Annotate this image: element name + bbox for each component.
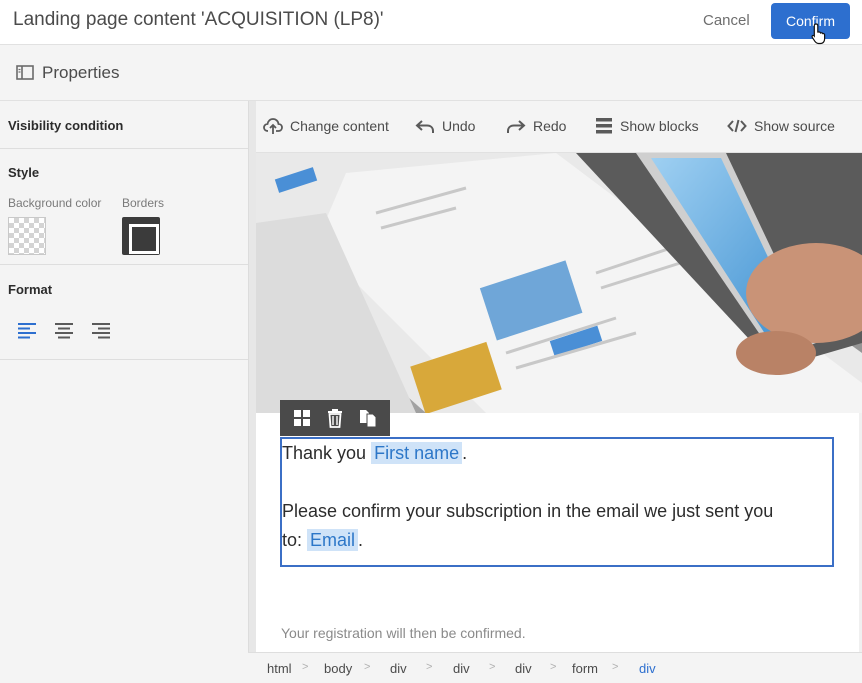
email-line: to: Email. — [282, 529, 364, 551]
borders-picker[interactable] — [122, 217, 160, 255]
hero-image[interactable] — [256, 153, 862, 413]
thank-you-line: Thank you First name. — [282, 442, 468, 464]
redo-label: Redo — [533, 118, 567, 134]
show-blocks-label: Show blocks — [620, 118, 699, 134]
show-blocks-button[interactable]: Show blocks — [595, 117, 699, 135]
hero-illustration — [256, 153, 862, 413]
cancel-button[interactable]: Cancel — [703, 12, 750, 29]
undo-button[interactable]: Undo — [415, 117, 475, 135]
align-center-icon[interactable] — [54, 321, 74, 339]
align-left-icon[interactable] — [17, 321, 37, 339]
trash-icon[interactable] — [325, 408, 345, 428]
redo-icon — [507, 120, 526, 133]
period-1: . — [462, 443, 468, 463]
panel-icon — [16, 65, 34, 80]
editor-toolbar: Change content Undo Redo Show blocks Sho… — [256, 101, 862, 153]
background-color-label: Background color — [8, 196, 102, 210]
thank-you-text: Thank you — [282, 443, 367, 463]
breadcrumb-separator: > — [364, 661, 371, 673]
confirm-line: Please confirm your subscription in the … — [282, 501, 774, 521]
borders-label: Borders — [122, 196, 165, 210]
properties-label: Properties — [42, 63, 120, 82]
duplicate-icon[interactable] — [358, 408, 378, 428]
period-2: . — [358, 530, 364, 550]
email-field[interactable]: Email — [307, 529, 359, 551]
format-heading: Format — [8, 282, 53, 297]
undo-label: Undo — [442, 118, 476, 134]
landing-page-editor: Landing page content 'ACQUISITION (LP8)'… — [0, 0, 862, 683]
show-source-button[interactable]: Show source — [727, 117, 835, 135]
breadcrumb-div-3[interactable]: div — [515, 661, 532, 676]
layout-icon[interactable] — [292, 408, 312, 428]
breadcrumb-form[interactable]: form — [572, 661, 598, 676]
breadcrumb-body[interactable]: body — [324, 661, 352, 676]
panel-splitter[interactable] — [248, 101, 256, 683]
breadcrumb-div-2[interactable]: div — [453, 661, 470, 676]
undo-icon — [415, 120, 434, 133]
selected-text-block[interactable]: Thank you First name. Please confirm you… — [280, 437, 834, 567]
editor-header: Landing page content 'ACQUISITION (LP8)'… — [0, 0, 862, 45]
breadcrumb-separator: > — [612, 661, 619, 673]
format-section: Format — [0, 265, 248, 360]
first-name-field[interactable]: First name — [371, 442, 463, 464]
properties-sidebar: Visibility condition Style Background co… — [0, 101, 248, 683]
redo-button[interactable]: Redo — [506, 117, 566, 135]
change-content-label: Change content — [290, 118, 389, 134]
block-toolbar — [280, 400, 390, 436]
change-content-button[interactable]: Change content — [263, 117, 389, 135]
breadcrumb-separator: > — [426, 661, 433, 673]
background-color-picker[interactable] — [8, 217, 46, 255]
hand-cursor-icon — [811, 23, 826, 45]
properties-bar: Properties — [0, 45, 862, 101]
breadcrumb-html[interactable]: html — [267, 661, 292, 676]
breadcrumb-div-1[interactable]: div — [390, 661, 407, 676]
visibility-section[interactable]: Visibility condition — [0, 101, 248, 149]
blocks-icon — [596, 118, 612, 134]
page-title: Landing page content 'ACQUISITION (LP8)' — [13, 9, 384, 30]
breadcrumb-separator: > — [489, 661, 496, 673]
visibility-condition-heading[interactable]: Visibility condition — [8, 118, 123, 133]
breadcrumb-div-active[interactable]: div — [639, 661, 656, 676]
code-icon — [727, 119, 747, 133]
breadcrumb: html > body > div > div > div > form > d… — [248, 652, 862, 683]
align-right-icon[interactable] — [91, 321, 111, 339]
to-text: to: — [282, 530, 303, 550]
breadcrumb-separator: > — [550, 661, 557, 673]
registration-note: Your registration will then be confirmed… — [281, 625, 526, 641]
cloud-upload-icon — [263, 118, 283, 134]
show-source-label: Show source — [754, 118, 835, 134]
style-heading: Style — [8, 165, 40, 180]
breadcrumb-separator: > — [302, 661, 309, 673]
